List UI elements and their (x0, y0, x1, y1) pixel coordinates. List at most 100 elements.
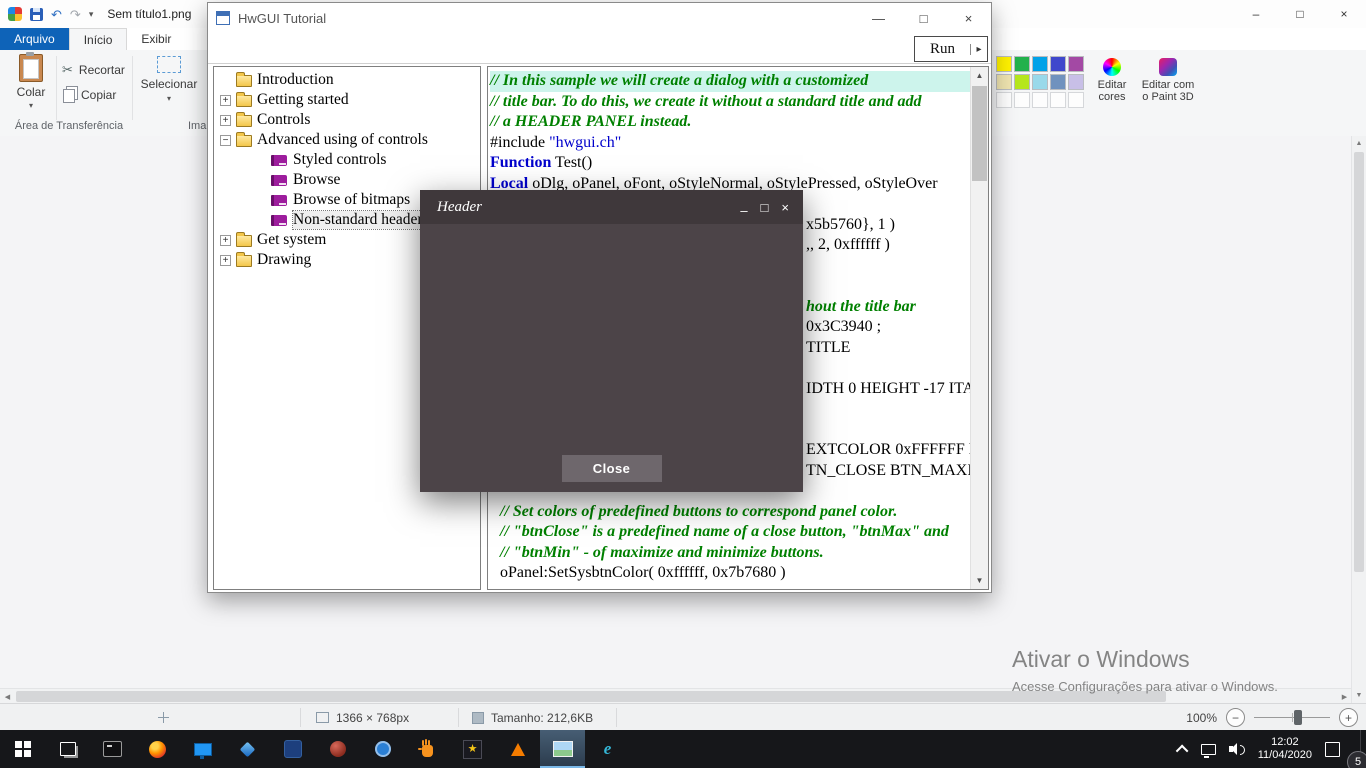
code-line: // Set colors of predefined buttons to c… (490, 502, 971, 523)
tree-item-getting-started[interactable]: +Getting started (214, 90, 480, 110)
hand-icon (422, 745, 433, 757)
terminal-app-button[interactable] (90, 730, 135, 768)
tree-item-styled-controls[interactable]: Styled controls (214, 150, 480, 170)
zoom-slider[interactable] (1254, 709, 1330, 726)
tab-exibir[interactable]: Exibir (127, 28, 185, 50)
blue-circle-app-button[interactable] (360, 730, 405, 768)
code-scroll-up-icon[interactable]: ▲ (971, 67, 988, 84)
zoom-in-button[interactable]: + (1339, 708, 1358, 727)
redapp-icon (330, 741, 346, 757)
paint-minimize-button[interactable]: – (1234, 0, 1278, 28)
header-close-x-button[interactable]: × (781, 201, 789, 214)
hwgui-close-button[interactable]: × (946, 3, 991, 33)
code-scroll-thumb[interactable] (972, 86, 987, 181)
code-line: // title bar. To do this, we create it w… (490, 92, 971, 113)
expand-icon[interactable]: + (220, 95, 231, 106)
run-dropdown-icon[interactable]: ▸ (970, 44, 987, 55)
palette-color-swatch[interactable] (1050, 92, 1066, 108)
paste-button[interactable]: Colar ▾ (8, 54, 54, 124)
action-center-icon[interactable] (1325, 742, 1340, 757)
header-close-button[interactable]: Close (562, 455, 662, 482)
code-scrollbar[interactable]: ▲ ▼ (970, 67, 988, 589)
palette-color-swatch[interactable] (1068, 56, 1084, 72)
hwgui-minimize-button[interactable]: — (856, 3, 901, 33)
edit-paint3d-label: Editar com o Paint 3D (1142, 79, 1195, 103)
palette-color-swatch[interactable] (996, 74, 1012, 90)
run-button[interactable]: Run ▸ (914, 36, 988, 62)
code-line: #include "hwgui.ch" (490, 133, 971, 154)
tree-item-introduction[interactable]: Introduction (214, 70, 480, 90)
header-minimize-button[interactable]: – (740, 204, 747, 217)
clipboard-group-label: Área de Transferência (6, 120, 132, 132)
paint-close-button[interactable]: × (1322, 0, 1366, 28)
hwgui-titlebar[interactable]: HwGUI Tutorial — □ × (208, 3, 991, 33)
copy-icon (63, 89, 75, 103)
cut-button[interactable]: ✂ Recortar (62, 62, 125, 78)
image-group-label: Ima (188, 120, 206, 132)
zoom-out-button[interactable]: − (1226, 708, 1245, 727)
expand-icon[interactable]: + (220, 115, 231, 126)
task-view-button[interactable] (45, 730, 90, 768)
tree-item-controls[interactable]: +Controls (214, 110, 480, 130)
select-button[interactable]: Selecionar ▾ (140, 56, 198, 103)
hwgui-window-title: HwGUI Tutorial (238, 11, 326, 26)
terminal-icon (103, 741, 122, 757)
copy-button[interactable]: Copiar (62, 86, 116, 103)
expand-icon[interactable]: + (220, 235, 231, 246)
palette-color-swatch[interactable] (1032, 74, 1048, 90)
scroll-up-icon[interactable]: ▲ (1352, 136, 1366, 151)
tree-item-advanced-using-of-controls[interactable]: −Advanced using of controls (214, 130, 480, 150)
zoom-slider-thumb[interactable] (1294, 710, 1302, 725)
palette-color-swatch[interactable] (1068, 92, 1084, 108)
edit-paint3d-button[interactable]: Editar com o Paint 3D (1140, 58, 1196, 103)
palette-color-swatch[interactable] (1050, 56, 1066, 72)
redo-icon[interactable]: ↷ (70, 8, 81, 21)
horizontal-scroll-thumb[interactable] (16, 691, 1166, 702)
vlc-app-button[interactable] (495, 730, 540, 768)
vertical-scroll-thumb[interactable] (1354, 152, 1364, 572)
palette-color-swatch[interactable] (1014, 92, 1030, 108)
expand-icon[interactable]: + (220, 255, 231, 266)
hwgui-maximize-button[interactable]: □ (901, 3, 946, 33)
taskbar-clock[interactable]: 12:02 11/04/2020 (1258, 736, 1312, 762)
palette-color-swatch[interactable] (1014, 74, 1030, 90)
star-app-button[interactable]: ★ (450, 730, 495, 768)
save-icon[interactable] (30, 8, 43, 21)
code-scroll-down-icon[interactable]: ▼ (971, 572, 988, 589)
header-maximize-button[interactable]: □ (761, 201, 769, 214)
hand-app-button[interactable] (405, 730, 450, 768)
explorer-app-button[interactable] (180, 730, 225, 768)
palette-color-swatch[interactable] (1032, 92, 1048, 108)
edit-colors-button[interactable]: Editar cores (1088, 58, 1136, 103)
edge-app-button[interactable]: e (585, 730, 630, 768)
palette-color-swatch[interactable] (996, 56, 1012, 72)
paint-maximize-button[interactable]: □ (1278, 0, 1322, 28)
network-icon[interactable] (1201, 744, 1216, 755)
tab-arquivo[interactable]: Arquivo (0, 28, 69, 50)
red-app-button[interactable] (315, 730, 360, 768)
book-icon (271, 155, 287, 166)
tab-inicio[interactable]: Início (69, 28, 128, 50)
blue-gem-app-button[interactable] (225, 730, 270, 768)
palette-color-swatch[interactable] (1032, 56, 1048, 72)
scroll-down-icon[interactable]: ▼ (1352, 688, 1366, 703)
qat-menu-icon[interactable]: ▾ (89, 8, 94, 21)
palette-color-swatch[interactable] (996, 92, 1012, 108)
dark-blue-app-button[interactable] (270, 730, 315, 768)
tree-item-browse[interactable]: Browse (214, 170, 480, 190)
collapse-icon[interactable]: − (220, 135, 231, 146)
scroll-left-icon[interactable]: ◀ (0, 689, 15, 704)
volume-icon[interactable] (1229, 743, 1245, 755)
palette-color-swatch[interactable] (1068, 74, 1084, 90)
firefox-app-button[interactable] (135, 730, 180, 768)
disk-icon (472, 712, 484, 724)
scroll-right-icon[interactable]: ▶ (1337, 689, 1352, 704)
paint-app-button[interactable] (540, 730, 585, 768)
undo-icon[interactable]: ↶ (51, 8, 62, 21)
vertical-scrollbar[interactable]: ▲ ▼ (1351, 136, 1366, 703)
header-dialog-titlebar[interactable]: Header – □ × (420, 190, 803, 224)
hidden-icons-chevron-icon[interactable] (1175, 744, 1188, 757)
palette-color-swatch[interactable] (1050, 74, 1066, 90)
palette-color-swatch[interactable] (1014, 56, 1030, 72)
start-button[interactable] (0, 730, 45, 768)
